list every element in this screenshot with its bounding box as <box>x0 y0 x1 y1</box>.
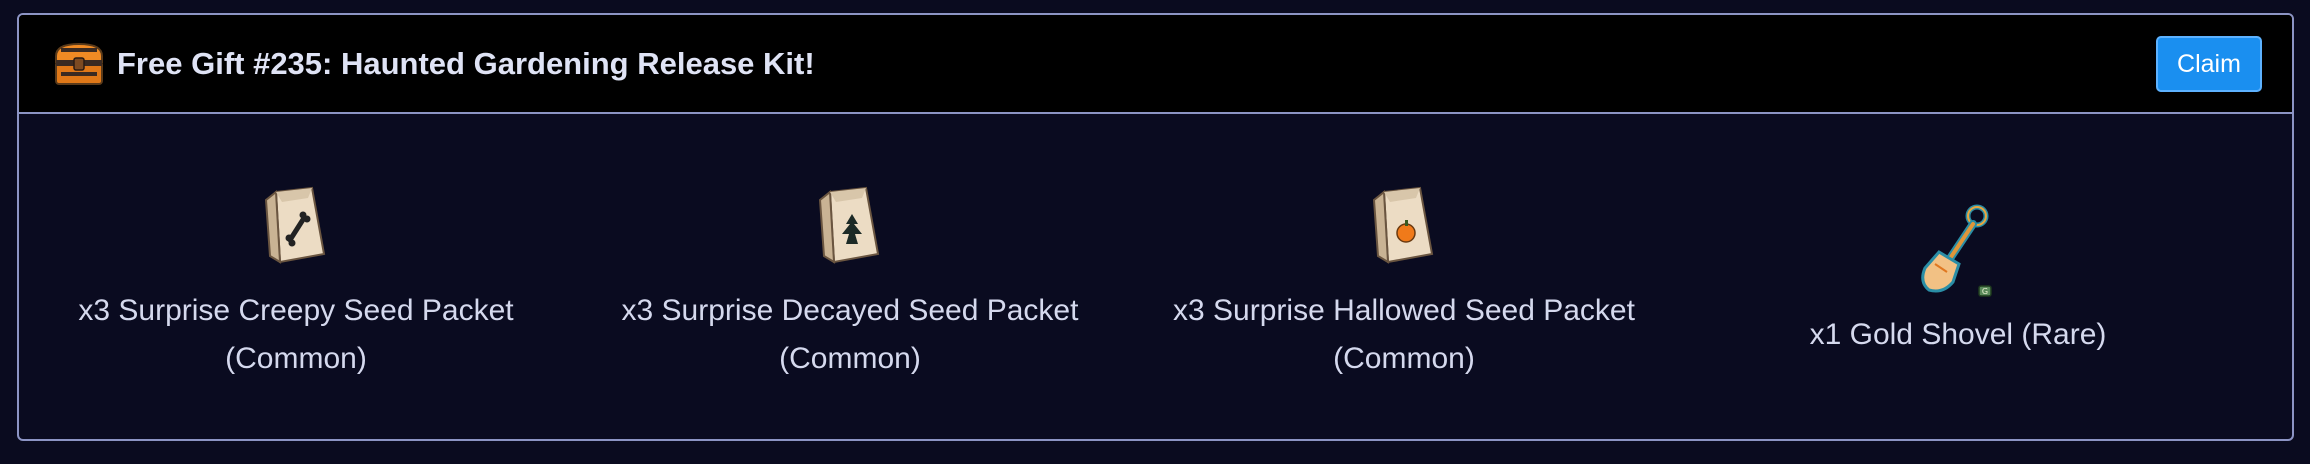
reward-item: x3 Surprise Hallowed Seed Packet (Common… <box>1127 114 1681 439</box>
claim-button[interactable]: Claim <box>2156 36 2262 92</box>
gift-header: Free Gift #235: Haunted Gardening Releas… <box>19 15 2292 114</box>
rewards-list: x3 Surprise Creepy Seed Packet (Common) … <box>19 114 2292 439</box>
treasure-chest-icon <box>55 42 103 85</box>
gift-title: Free Gift #235: Haunted Gardening Releas… <box>117 46 815 81</box>
reward-item: G x1 Gold Shovel (Rare) <box>1681 114 2235 439</box>
reward-name: x3 Surprise Hallowed Seed Packet <box>1173 294 1635 327</box>
seed-packet-tree-icon <box>818 186 880 264</box>
seed-packet-pumpkin-icon <box>1372 186 1434 264</box>
svg-text:G: G <box>1982 287 1988 296</box>
reward-name: x3 Surprise Decayed Seed Packet <box>621 294 1079 327</box>
reward-rarity: (Common) <box>1333 342 1475 375</box>
reward-name: x1 Gold Shovel (Rare) <box>1809 318 2107 351</box>
reward-name: x3 Surprise Creepy Seed Packet <box>78 294 514 327</box>
reward-rarity: (Common) <box>779 342 921 375</box>
reward-item: x3 Surprise Decayed Seed Packet (Common) <box>573 114 1127 439</box>
reward-item: x3 Surprise Creepy Seed Packet (Common) <box>19 114 573 439</box>
reward-rarity: (Common) <box>225 342 367 375</box>
gold-shovel-icon: G <box>1921 204 1992 297</box>
seed-packet-bone-icon <box>264 186 326 264</box>
gift-card: Free Gift #235: Haunted Gardening Releas… <box>17 13 2294 441</box>
